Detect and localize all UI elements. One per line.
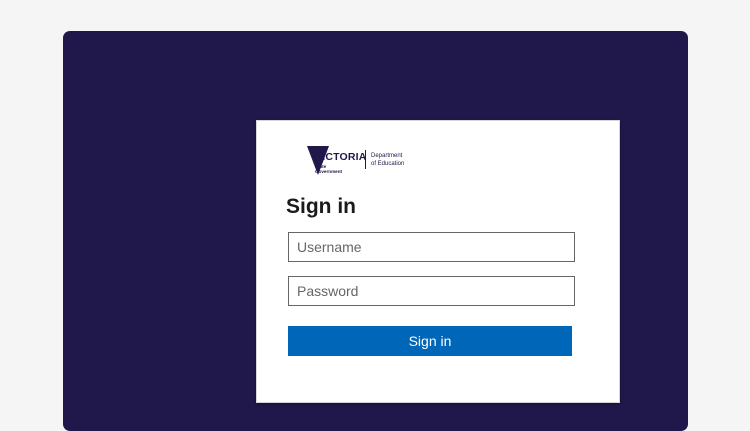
page-title: Sign in bbox=[286, 195, 356, 218]
username-input[interactable] bbox=[288, 232, 575, 262]
dept-line2: of Education bbox=[371, 160, 405, 167]
victoria-government-logo: VICTORIA State Government Department of … bbox=[307, 145, 404, 177]
login-backdrop: VICTORIA State Government Department of … bbox=[63, 31, 688, 431]
logo-sub-line2: Government bbox=[315, 169, 343, 175]
signin-card: VICTORIA State Government Department of … bbox=[256, 120, 620, 403]
logo-wordmark: VICTORIA bbox=[315, 151, 367, 163]
department-name: Department of Education bbox=[371, 153, 404, 168]
password-input[interactable] bbox=[288, 276, 575, 306]
signin-button[interactable]: Sign in bbox=[288, 326, 572, 356]
logo-subtitle: State Government bbox=[315, 164, 342, 175]
logo-divider bbox=[365, 150, 366, 169]
dept-line1: Department bbox=[371, 153, 403, 159]
